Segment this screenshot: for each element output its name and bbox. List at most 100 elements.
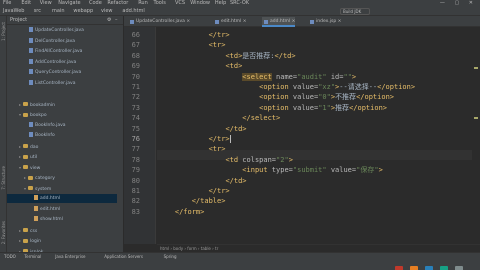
html-breadcrumb[interactable]: html › body › form › table › tr — [157, 244, 480, 252]
code-line[interactable]: <td>是否推荐:</td> — [158, 51, 296, 61]
nav-crumb[interactable]: view — [101, 7, 113, 16]
menu-item-edit[interactable]: Edit — [21, 0, 31, 7]
window-controls[interactable]: — ▢ ✕ — [440, 0, 477, 7]
code-line[interactable]: </td> — [158, 124, 246, 134]
code-token: <td — [225, 155, 239, 164]
tree-item[interactable]: show.html — [7, 215, 117, 224]
tree-item — [7, 89, 117, 98]
project-tool-tab[interactable]: 1: Project — [1, 22, 6, 41]
editor-tab[interactable]: index.jsp × — [308, 17, 341, 27]
tree-item-label: AddController.java — [35, 59, 77, 65]
code-line[interactable]: <input type="submit" value="保存"> — [158, 165, 382, 175]
error-stripe-mark[interactable] — [474, 67, 478, 69]
hide-panel-icon[interactable]: – — [115, 16, 118, 25]
editor-tab[interactable]: add.html × — [262, 17, 296, 27]
code-token: </td> — [225, 176, 247, 185]
editor-scrollbar[interactable] — [472, 27, 480, 244]
code-token: 推荐 — [335, 103, 350, 112]
close-icon[interactable]: × — [241, 19, 247, 24]
tree-item[interactable]: ▸ category — [7, 173, 117, 182]
tree-item-label: bookadmin — [30, 102, 55, 108]
folder-icon — [23, 144, 28, 148]
menu-item-run[interactable]: Run — [138, 0, 148, 7]
code-line[interactable]: <option value="1">推荐</option> — [158, 103, 387, 113]
gear-icon[interactable]: ⚙ — [107, 16, 111, 25]
error-stripe-mark[interactable] — [474, 117, 478, 119]
code-line[interactable]: </select> — [158, 113, 280, 123]
code-line[interactable]: <option value="xz">--请选择--</option> — [158, 82, 415, 92]
code-line[interactable]: <tr> — [158, 144, 226, 154]
close-icon[interactable]: × — [336, 19, 342, 24]
close-icon[interactable]: × — [185, 19, 190, 24]
tree-item[interactable]: AddController.java — [7, 58, 117, 67]
tray-app-icon[interactable] — [455, 266, 463, 270]
tree-item[interactable]: UpdateController.java — [7, 26, 117, 35]
tree-item[interactable]: ▸ login — [7, 236, 117, 245]
left-tool-strip: 1: Project 7: Structure 2: Favorites — [0, 16, 7, 260]
folder-icon — [23, 102, 28, 106]
tree-item[interactable]: BookInfo.java — [7, 121, 117, 130]
tree-item[interactable]: ▸ dao — [7, 142, 117, 151]
menu-item-help[interactable]: Help — [215, 0, 226, 7]
tree-item[interactable]: DelController.java — [7, 37, 117, 46]
menu-item-tools[interactable]: Tools — [154, 0, 166, 7]
tree-item[interactable]: ▸ util — [7, 152, 117, 161]
tree-item[interactable]: ListController.java — [7, 79, 117, 88]
line-number: 67 — [131, 41, 140, 50]
tree-item[interactable]: ▸ bookadmin — [7, 100, 117, 109]
code-token: <td> — [225, 62, 243, 71]
code-line[interactable]: </tr> — [158, 186, 230, 196]
tray-app-icon[interactable] — [394, 266, 403, 270]
code-line[interactable]: <tr> — [158, 40, 226, 50]
nav-crumb[interactable]: main — [52, 7, 65, 16]
code-token: <select — [242, 72, 272, 81]
tray-app-icon[interactable] — [424, 266, 433, 270]
menu-item-vcs[interactable]: VCS — [175, 0, 185, 7]
tree-item[interactable]: add.html — [7, 194, 117, 203]
code-token: value= — [288, 103, 319, 112]
java-file-icon — [29, 27, 33, 32]
editor-tab[interactable]: edit.html × — [213, 17, 247, 27]
tree-item[interactable]: FindAllController.java — [7, 47, 117, 56]
code-line[interactable]: <td> — [158, 61, 242, 71]
run-config-select[interactable]: Build JDK — [340, 8, 370, 15]
nav-crumb[interactable]: webapp — [73, 7, 93, 16]
nav-crumb[interactable]: JavaWeb — [3, 7, 24, 16]
code-line[interactable]: <select name="audit" id=""> — [158, 72, 356, 82]
menu-item-navigate[interactable]: Navigate — [58, 0, 80, 7]
tree-item[interactable]: ▾ bookpo — [7, 110, 117, 119]
editor-tabs: UpdateController.java × edit.html × add.ht… — [124, 16, 480, 27]
file-type-icon — [215, 20, 219, 24]
tray-app-icon[interactable] — [409, 266, 418, 270]
code-token: </td> — [274, 51, 296, 60]
tab-label: UpdateController.java — [136, 19, 185, 24]
code-line[interactable]: <td colspan="2"> — [158, 155, 292, 165]
code-line[interactable]: </tr> — [158, 30, 230, 40]
menu-item-window[interactable]: Window — [190, 0, 210, 7]
nav-crumb[interactable]: add.html — [122, 7, 144, 16]
tree-item[interactable]: BookInfo — [7, 131, 117, 140]
tree-item[interactable]: ▾ system — [7, 184, 117, 193]
tray-app-icon[interactable] — [439, 266, 448, 270]
tree-item[interactable]: edit.html — [7, 205, 117, 214]
structure-tool-tab[interactable]: 7: Structure — [1, 166, 6, 190]
tree-item[interactable]: ▸ css — [7, 226, 117, 235]
code-token: </option> — [349, 103, 387, 112]
nav-crumb[interactable]: src — [34, 7, 41, 16]
menu-item-view[interactable]: View — [40, 0, 52, 7]
menu-item-file[interactable]: File — [3, 0, 11, 7]
menu-item-refactor[interactable]: Refactor — [107, 0, 128, 7]
code-line[interactable]: </table> — [158, 196, 226, 206]
editor-tab[interactable]: UpdateController.java × — [128, 17, 190, 27]
favorites-tool-tab[interactable]: 2: Favorites — [1, 221, 6, 244]
tree-item[interactable]: ▾ view — [7, 163, 117, 172]
code-token: "audit" — [297, 72, 327, 81]
close-icon[interactable]: × — [290, 19, 296, 24]
code-line[interactable]: </form> — [158, 207, 205, 217]
code-line[interactable]: </td> — [158, 176, 247, 186]
menu-item-code[interactable]: Code — [89, 0, 102, 7]
code-line[interactable]: <option value="0">不推荐</option> — [158, 92, 394, 102]
tree-item[interactable]: QueryController.java — [7, 68, 117, 77]
project-title[interactable]: Project — [10, 16, 27, 25]
code-line[interactable]: </tr> — [158, 134, 231, 144]
